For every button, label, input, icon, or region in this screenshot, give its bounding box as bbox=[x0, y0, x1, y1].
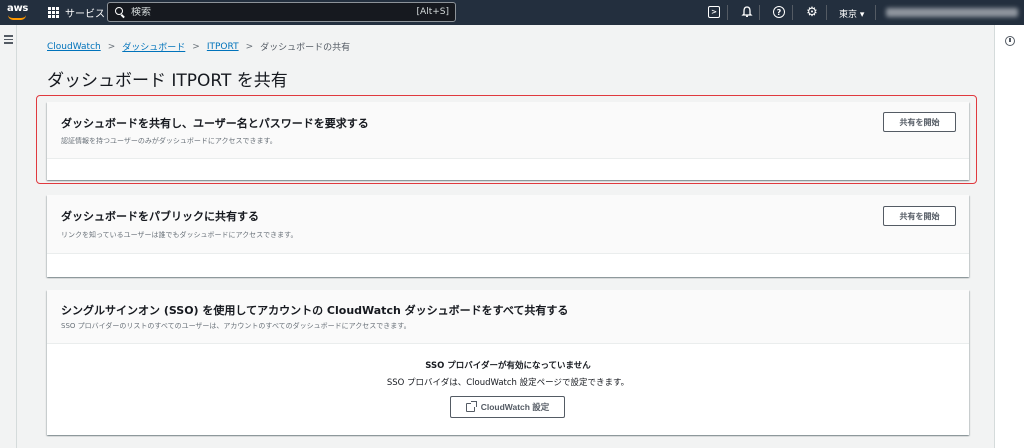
card-title: ダッシュボードをパブリックに共有する bbox=[61, 210, 259, 223]
divider bbox=[875, 5, 876, 20]
region-selector[interactable]: 東京 ▾ bbox=[839, 7, 864, 20]
share-with-credentials-card: ダッシュボードを共有し、ユーザー名とパスワードを要求する 認証情報を持つユーザー… bbox=[47, 102, 969, 180]
aws-logo[interactable]: aws bbox=[6, 2, 28, 22]
sso-empty-description: SSO プロバイダは、CloudWatch 設定ページで設定できます。 bbox=[386, 378, 630, 388]
breadcrumb-link-itport[interactable]: ITPORT bbox=[207, 42, 239, 52]
card-header: シングルサインオン (SSO) を使用してアカウントの CloudWatch ダ… bbox=[47, 290, 969, 344]
breadcrumb-separator: > bbox=[192, 41, 200, 52]
sso-empty-state: SSO プロバイダーが有効になっていません SSO プロバイダは、CloudWa… bbox=[47, 344, 969, 435]
help-icon[interactable]: ? bbox=[773, 6, 785, 18]
grid-icon bbox=[48, 7, 59, 18]
page-title: ダッシュボード ITPORT を共有 bbox=[47, 71, 288, 91]
start-sharing-button[interactable]: 共有を開始 bbox=[883, 112, 956, 132]
aws-smile-icon bbox=[8, 15, 26, 20]
search-shortcut-hint: [Alt+S] bbox=[416, 7, 449, 17]
bell-icon[interactable] bbox=[740, 5, 754, 19]
left-sidebar bbox=[0, 25, 17, 448]
cloudwatch-settings-button[interactable]: CloudWatch 設定 bbox=[450, 396, 565, 418]
divider bbox=[727, 5, 728, 20]
divider bbox=[759, 5, 760, 20]
share-public-card: ダッシュボードをパブリックに共有する リンクを知っているユーザーは誰でもダッシュ… bbox=[47, 195, 969, 277]
card-title: ダッシュボードを共有し、ユーザー名とパスワードを要求する bbox=[61, 117, 369, 130]
info-panel-icon[interactable] bbox=[1005, 36, 1015, 46]
share-sso-card: シングルサインオン (SSO) を使用してアカウントの CloudWatch ダ… bbox=[47, 290, 969, 435]
services-label: サービス bbox=[65, 9, 105, 20]
breadcrumb-separator: > bbox=[245, 41, 254, 52]
top-navigation: aws サービス [Alt+S] > ? ⚙ 東京 ▾ bbox=[0, 0, 1024, 25]
gear-icon[interactable]: ⚙ bbox=[805, 5, 819, 20]
breadcrumb: CloudWatch > ダッシュボード > ITPORT > ダッシュボードの… bbox=[47, 40, 351, 54]
cloudwatch-settings-label: CloudWatch 設定 bbox=[480, 402, 550, 412]
breadcrumb-link-cloudwatch[interactable]: CloudWatch bbox=[47, 42, 101, 52]
breadcrumb-link-dashboards[interactable]: ダッシュボード bbox=[122, 40, 185, 53]
external-link-icon bbox=[465, 400, 477, 412]
sso-empty-title: SSO プロバイダーが有効になっていません bbox=[425, 361, 591, 371]
divider bbox=[792, 5, 793, 20]
breadcrumb-current: ダッシュボードの共有 bbox=[260, 43, 351, 53]
card-header: ダッシュボードを共有し、ユーザー名とパスワードを要求する 認証情報を持つユーザー… bbox=[47, 102, 969, 159]
card-description: SSO プロバイダーのリストのすべてのユーザーは、アカウントのすべてのダッシュボ… bbox=[61, 322, 411, 330]
search-input[interactable] bbox=[131, 6, 411, 18]
menu-icon[interactable] bbox=[4, 35, 13, 44]
breadcrumb-separator: > bbox=[107, 41, 116, 52]
card-description: 認証情報を持つユーザーのみがダッシュボードにアクセスできます。 bbox=[61, 137, 277, 145]
terminal-icon[interactable]: > bbox=[708, 6, 720, 18]
account-menu[interactable] bbox=[886, 8, 1018, 17]
search-box[interactable]: [Alt+S] bbox=[107, 2, 456, 22]
right-sidebar bbox=[994, 25, 1024, 448]
divider bbox=[826, 5, 827, 20]
services-menu-button[interactable]: サービス bbox=[48, 5, 105, 20]
card-title: シングルサインオン (SSO) を使用してアカウントの CloudWatch ダ… bbox=[61, 304, 569, 317]
aws-logo-text: aws bbox=[7, 3, 29, 14]
card-description: リンクを知っているユーザーは誰でもダッシュボードにアクセスできます。 bbox=[61, 231, 298, 239]
search-icon bbox=[115, 7, 125, 17]
card-header: ダッシュボードをパブリックに共有する リンクを知っているユーザーは誰でもダッシュ… bbox=[47, 195, 969, 254]
start-sharing-button[interactable]: 共有を開始 bbox=[883, 206, 956, 226]
